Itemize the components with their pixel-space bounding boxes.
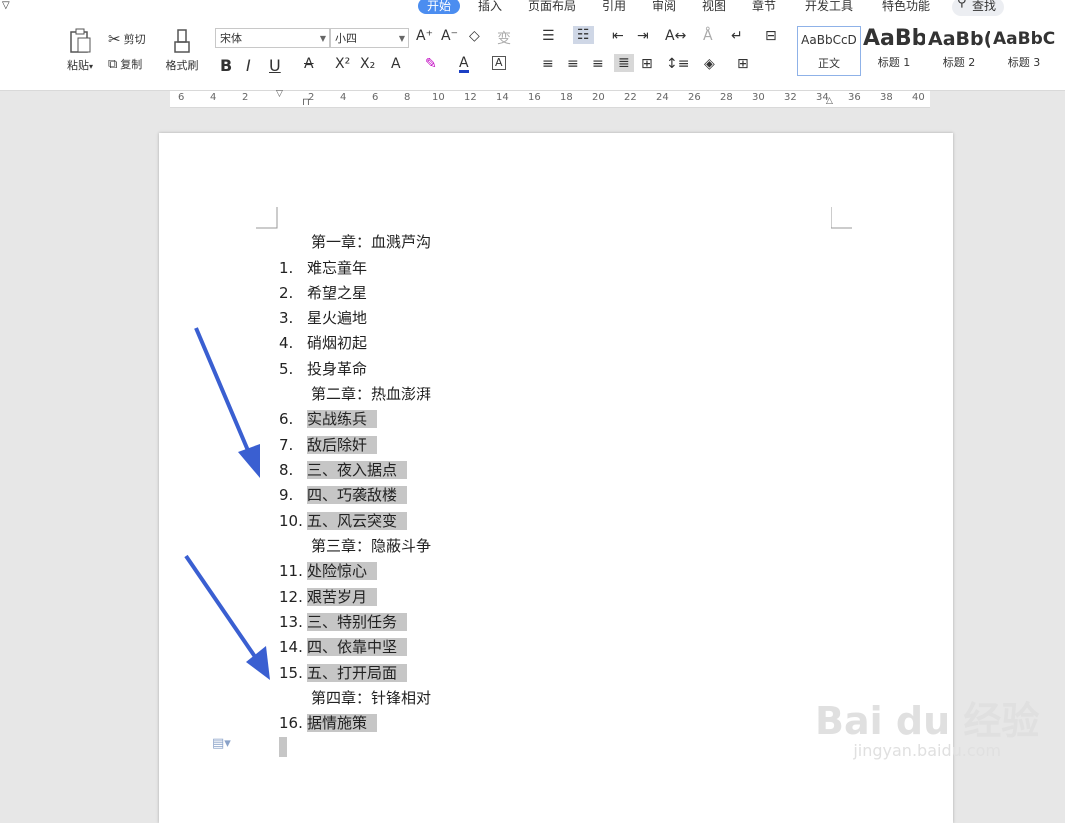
baidu-watermark: Bai du 经验 jingyan.baidu.com	[815, 699, 1040, 760]
tab-developer[interactable]: 开发工具	[805, 0, 853, 14]
format-painter-button[interactable]: 格式刷	[162, 28, 202, 73]
list-item[interactable]: 9. 四、巧袭敌楼	[279, 483, 408, 508]
list-item[interactable]: 3. 星火遍地	[279, 306, 367, 331]
menu-tab-bar: ▽ 开始 插入 页面布局 引用 审阅 视图 章节 开发工具 特色功能 ⚲ 查找	[0, 0, 1065, 18]
highlight-color-icon[interactable]: ✎	[425, 56, 437, 72]
list-item[interactable]: 13. 三、特别任务	[279, 610, 408, 635]
quick-access-dropdown-icon[interactable]: ▽	[2, 0, 10, 14]
list-item[interactable]: 15. 五、打开局面	[279, 661, 408, 686]
tab-home[interactable]: 开始	[418, 0, 461, 14]
horizontal-ruler[interactable]: 6 4 2 2 4 6 8 10 12 14 16 18 20 22 24 26…	[170, 89, 930, 108]
list-item[interactable]: 14. 四、依靠中坚	[279, 635, 408, 660]
character-border-icon[interactable]: A	[492, 56, 506, 70]
style-gallery: AaBbCcD 正文 AaBb 标题 1 AaBb( 标题 2 AaBbC 标题…	[795, 26, 1065, 78]
chapter-heading-2[interactable]: 第二章：热血澎湃	[311, 382, 431, 407]
text-effect-icon[interactable]: A	[391, 56, 401, 72]
scissors-icon: ✂	[108, 30, 121, 48]
chapter-heading-4[interactable]: 第四章：针锋相对	[311, 686, 431, 711]
list-item[interactable]: 7. 敌后除奸	[279, 433, 378, 458]
bold-icon[interactable]: B	[220, 56, 232, 75]
style-heading-1[interactable]: AaBb 标题 1	[863, 26, 925, 74]
style-normal[interactable]: AaBbCcD 正文	[797, 26, 861, 76]
superscript-icon[interactable]: X²	[335, 56, 350, 72]
chevron-down-icon: ▼	[398, 34, 405, 43]
list-item[interactable]: 6. 实战练兵	[279, 407, 378, 432]
tab-insert[interactable]: 插入	[478, 0, 502, 14]
font-size-combo[interactable]: 小四 ▼	[330, 28, 409, 48]
clear-format-icon[interactable]: ◇	[469, 28, 480, 44]
style-heading-3[interactable]: AaBbC 标题 3	[993, 26, 1055, 74]
tab-view[interactable]: 视图	[702, 0, 726, 14]
tab-special-features[interactable]: 特色功能	[882, 0, 930, 14]
subscript-icon[interactable]: X₂	[360, 56, 375, 72]
list-item[interactable]: 11. 处险惊心	[279, 559, 378, 584]
paste-button[interactable]: 粘贴▾	[62, 28, 98, 73]
left-indent-marker[interactable]: ⊓	[302, 97, 310, 108]
arrow-icon	[184, 554, 270, 680]
shrink-font-icon[interactable]: A⁻	[441, 28, 458, 44]
arrow-icon	[194, 327, 260, 478]
show-marks-icon[interactable]: ↵	[731, 28, 743, 44]
list-item[interactable]: 1. 难忘童年	[279, 256, 367, 281]
list-item[interactable]: 8. 三、夜入据点	[279, 458, 408, 483]
bullet-list-icon[interactable]: ☰	[542, 28, 555, 44]
list-item[interactable]: 5. 投身革命	[279, 357, 367, 382]
style-heading-2[interactable]: AaBb( 标题 2	[928, 26, 990, 74]
underline-icon[interactable]: U	[269, 56, 281, 75]
first-line-indent-marker[interactable]: ▽	[276, 89, 283, 99]
tab-page-layout[interactable]: 页面布局	[528, 0, 576, 14]
search-icon: ⚲	[957, 0, 967, 10]
align-right-icon[interactable]: ≡	[592, 56, 604, 72]
copy-icon: ⧉	[108, 56, 118, 72]
increase-indent-icon[interactable]: ⇥	[637, 28, 649, 44]
shading-icon[interactable]: ◈	[704, 56, 715, 72]
chapter-heading-1[interactable]: 第一章：血溅芦沟	[311, 230, 431, 255]
font-color-icon[interactable]: A	[459, 56, 469, 73]
sort-icon[interactable]: Å	[703, 28, 713, 44]
paste-icon	[70, 28, 91, 53]
numbered-list-icon[interactable]: ☷	[573, 26, 594, 44]
right-indent-marker[interactable]: △	[826, 96, 833, 106]
phonetic-guide-icon[interactable]: 变	[497, 28, 511, 48]
list-item[interactable]: 12. 艰苦岁月	[279, 585, 378, 610]
line-spacing-icon[interactable]: ↕≡	[666, 56, 689, 72]
copy-button[interactable]: ⧉ 复制	[108, 56, 142, 72]
annotation-arrows	[184, 327, 270, 680]
search-button[interactable]: ⚲ 查找	[952, 0, 1004, 16]
cut-button[interactable]: ✂ 剪切	[108, 30, 146, 48]
distributed-align-icon[interactable]: ⊞	[641, 56, 653, 72]
strikethrough-icon[interactable]: A	[304, 56, 314, 72]
table-tab-icon[interactable]: ⊟	[765, 28, 777, 44]
justify-icon[interactable]: ≣	[614, 54, 634, 72]
list-item[interactable]: 16. 据情施策	[279, 711, 378, 736]
chevron-down-icon: ▼	[319, 34, 326, 43]
tab-review[interactable]: 审阅	[652, 0, 676, 14]
borders-icon[interactable]: ⊞	[737, 56, 749, 72]
tab-references[interactable]: 引用	[602, 0, 626, 14]
chinese-layout-icon[interactable]: A↔	[665, 28, 686, 44]
ribbon-toolbar: 粘贴▾ ✂ 剪切 ⧉ 复制 格式刷 宋体 ▼ 小四 ▼ A⁺ A⁻ ◇ 变 B I U …	[0, 18, 1065, 91]
align-center-icon[interactable]: ≡	[567, 56, 579, 72]
margin-corner-top-left	[256, 207, 278, 229]
italic-icon[interactable]: I	[246, 56, 251, 75]
list-item[interactable]: 2. 希望之星	[279, 281, 367, 306]
align-left-icon[interactable]: ≡	[542, 56, 554, 72]
text-cursor-selection	[279, 737, 287, 757]
grow-font-icon[interactable]: A⁺	[416, 28, 433, 44]
list-item[interactable]: 4. 硝烟初起	[279, 331, 367, 356]
chapter-heading-3[interactable]: 第三章：隐蔽斗争	[311, 534, 431, 559]
margin-corner-top-right	[831, 207, 852, 229]
tab-chapter[interactable]: 章节	[752, 0, 776, 14]
decrease-indent-icon[interactable]: ⇤	[612, 28, 624, 44]
list-item[interactable]: 10. 五、风云突变	[279, 509, 408, 534]
font-name-combo[interactable]: 宋体 ▼	[215, 28, 330, 48]
paragraph-layout-icon[interactable]: ▤▾	[212, 736, 231, 751]
format-painter-icon	[174, 29, 190, 53]
